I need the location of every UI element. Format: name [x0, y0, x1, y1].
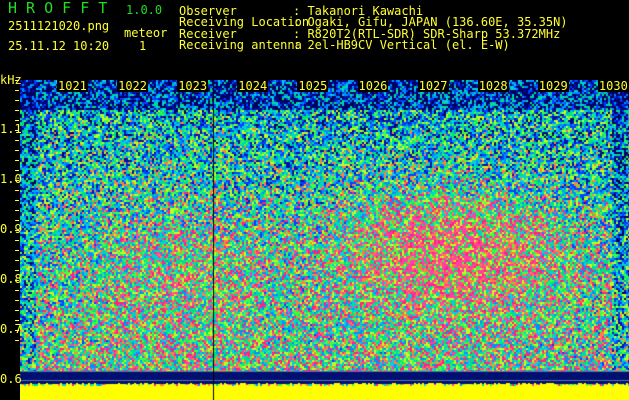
y-tick-mark [15, 220, 19, 221]
x-tick-label: 1028 [477, 79, 509, 93]
y-tick-mark [15, 250, 19, 251]
y-tick-mark [15, 310, 19, 311]
y-tick-mark [15, 90, 19, 91]
y-tick-mark [15, 290, 19, 291]
file-name: 2511121020.png [8, 19, 110, 33]
y-tick-mark [15, 130, 19, 131]
file-datetime: 25.11.12 10:20 [8, 39, 110, 53]
y-tick-mark [15, 320, 19, 321]
y-tick-mark [15, 150, 19, 151]
x-tick-label: 1029 [537, 79, 569, 93]
y-tick-label: 0.9 [0, 222, 22, 236]
x-tick-label: 1024 [237, 79, 269, 93]
y-tick-label: 0.6 [0, 372, 22, 386]
y-tick-mark [15, 140, 19, 141]
y-tick-label: 0.8 [0, 272, 22, 286]
y-tick-mark [15, 180, 19, 181]
y-tick-label: 1.0 [0, 172, 22, 186]
y-tick-mark [15, 160, 19, 161]
y-tick-mark [15, 190, 19, 191]
y-tick-mark [15, 100, 19, 101]
y-tick-mark [15, 270, 19, 271]
y-tick-mark [15, 330, 19, 331]
x-tick-label: 1026 [357, 79, 389, 93]
x-tick-label: 1021 [57, 79, 88, 93]
x-tick-label: 1023 [177, 79, 209, 93]
y-tick-label: 0.7 [0, 322, 22, 336]
y-tick-mark [15, 80, 19, 81]
spectrogram [20, 80, 629, 400]
x-tick-label: 1022 [117, 79, 148, 93]
y-tick-mark [15, 280, 19, 281]
app-title: H R O F F T [8, 0, 108, 17]
y-tick-mark [15, 260, 19, 261]
y-tick-mark [15, 200, 19, 201]
y-tick-mark [15, 240, 19, 241]
info-value: : 2el-HB9CV Vertical (el. E-W) [293, 37, 510, 52]
y-tick-mark [15, 300, 19, 301]
y-tick-mark [15, 110, 19, 111]
y-tick-mark [15, 340, 19, 341]
x-tick-label: 1030 [597, 79, 629, 93]
info-label: Receiving antenna [179, 37, 302, 52]
x-tick-label: 1027 [417, 79, 449, 93]
y-tick-mark [15, 170, 19, 171]
y-tick-mark [15, 120, 19, 121]
x-tick-label: 1025 [297, 79, 329, 93]
meteor-count: 1 [139, 39, 147, 53]
y-tick-label: 1.1 [0, 122, 22, 136]
app-version: 1.0.0 [126, 3, 163, 17]
y-tick-mark [15, 230, 19, 231]
y-tick-mark [15, 210, 19, 211]
